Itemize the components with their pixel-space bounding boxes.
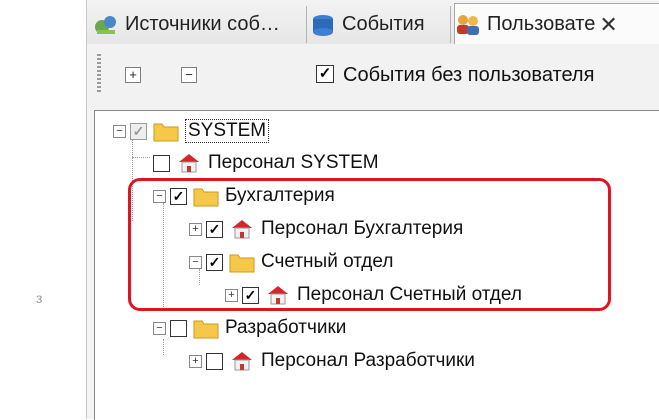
node-checkbox[interactable] <box>206 352 223 370</box>
tab-event-sources-label: Источники соб… <box>125 13 280 35</box>
folder-icon <box>193 320 219 339</box>
node-label: Разработчики <box>225 317 347 338</box>
expand-toggle[interactable]: + <box>189 354 202 368</box>
tab-strip: Источники соб… События Пользовате ✕ <box>87 0 659 45</box>
node-checkbox[interactable] <box>170 319 187 337</box>
house-icon <box>179 154 199 173</box>
collapse-toggle[interactable]: − <box>113 124 126 138</box>
collapse-toggle[interactable]: − <box>153 321 166 335</box>
events-without-user-checkbox[interactable]: ✓ <box>316 65 334 83</box>
node-label: Персонал Разработчики <box>261 350 475 371</box>
users-icon <box>457 14 479 35</box>
toolbar-grip[interactable] <box>97 54 101 92</box>
tab-events-label: События <box>342 13 425 35</box>
toolbar: + − ✓ События без пользователя <box>87 44 659 110</box>
node-label: Персонал SYSTEM <box>208 152 379 173</box>
event-sources-icon <box>95 15 116 34</box>
tab-events[interactable]: События <box>310 6 451 43</box>
tree-node-developers-staff[interactable]: + Персонал Разработчики <box>189 346 475 376</box>
side-glyph: з <box>36 290 43 306</box>
node-label: SYSTEM <box>185 119 270 143</box>
expand-all-button[interactable]: + <box>125 67 141 83</box>
events-icon <box>313 14 333 36</box>
folder-icon <box>153 123 179 142</box>
close-icon[interactable]: ✕ <box>599 12 617 38</box>
node-checkbox[interactable] <box>153 154 170 172</box>
tab-users-label: Пользовате <box>487 13 596 35</box>
highlight-box <box>128 178 611 311</box>
events-without-user-label: События без пользователя <box>343 64 595 86</box>
tree-node-system-staff[interactable]: Персонал SYSTEM <box>153 148 379 178</box>
tab-event-sources[interactable]: Источники соб… <box>93 6 307 43</box>
tree-node-developers[interactable]: − Разработчики <box>153 313 346 343</box>
tree-node-system[interactable]: − ✓ SYSTEM <box>113 116 270 146</box>
collapse-all-button[interactable]: − <box>181 67 197 83</box>
tree-connector <box>132 157 150 158</box>
tab-users[interactable]: Пользовате ✕ <box>454 3 659 45</box>
node-checkbox[interactable]: ✓ <box>130 122 147 140</box>
house-icon <box>232 352 252 371</box>
